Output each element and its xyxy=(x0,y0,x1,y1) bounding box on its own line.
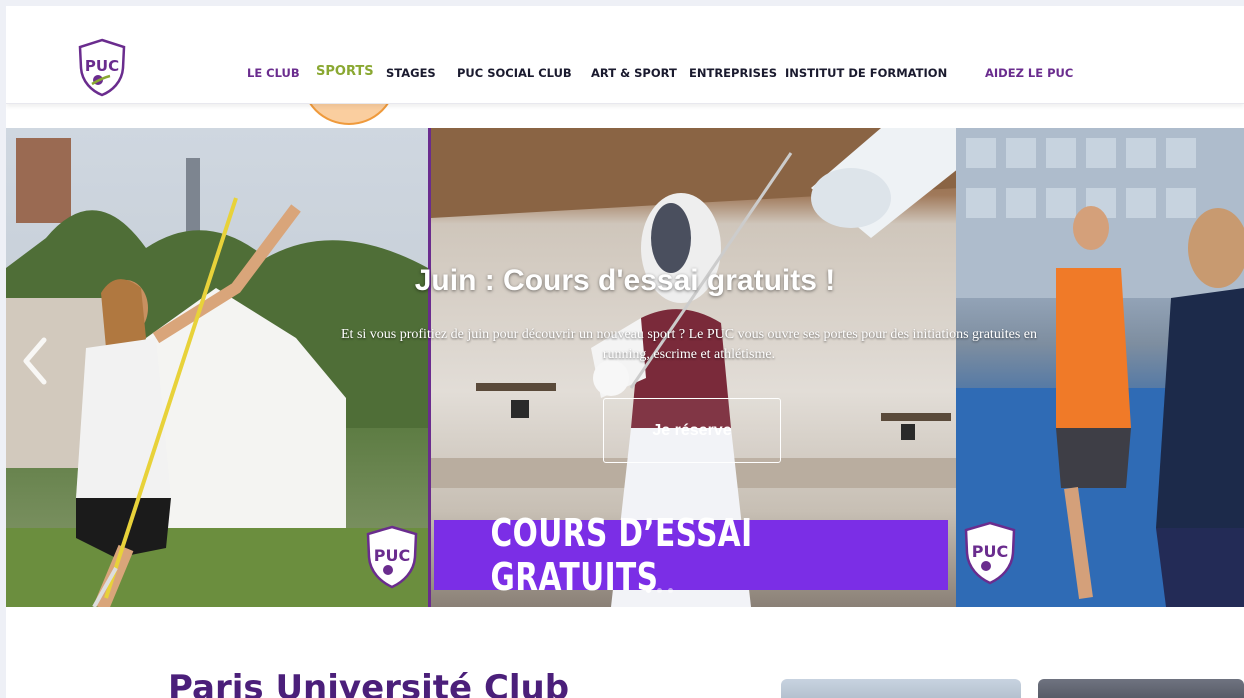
section-title: Paris Université Club xyxy=(168,668,570,698)
slider-dot-1[interactable] xyxy=(646,588,651,593)
promo-banner-text: COURS D’ESSAI GRATUITS xyxy=(490,511,753,599)
reserve-button[interactable]: Je réserve xyxy=(603,398,781,463)
nav-item-le-club[interactable]: LE CLUB xyxy=(247,66,300,80)
nav-item-sports[interactable]: SPORTS xyxy=(316,64,374,79)
nav-item-entreprises[interactable]: ENTREPRISES xyxy=(689,66,777,80)
hero-description: Et si vous profitiez de juin pour découv… xyxy=(341,327,1037,362)
puc-badge-right: PUC xyxy=(962,520,1018,586)
hero-title: Juin : Cours d'essai gratuits ! xyxy=(414,264,836,297)
nav-item-stages[interactable]: STAGES xyxy=(386,66,436,80)
chevron-left-icon[interactable] xyxy=(20,336,50,386)
slide-image-running: PUC xyxy=(956,128,1244,607)
nav-item-aidez-le-puc[interactable]: AIDEZ LE PUC xyxy=(985,66,1073,80)
slider-dot-3[interactable] xyxy=(668,588,673,593)
puc-badge-left: PUC xyxy=(364,524,420,590)
news-thumbnail-2[interactable] xyxy=(1038,679,1244,698)
promo-banner: COURS D’ESSAI GRATUITS xyxy=(434,511,948,599)
svg-text:PUC: PUC xyxy=(374,546,410,565)
hero-slider: PUC PUC COURS D’ESSAI GRATUITS Juin: Co… xyxy=(6,128,1244,607)
browser-viewport: PUC LE CLUB SPORTS STAGES PUC SOCIAL CLU… xyxy=(6,6,1244,698)
nav-item-puc-social-club[interactable]: PUC SOCIAL CLUB xyxy=(457,66,572,80)
nav-item-institut-de-formation[interactable]: INSTITUT DE FORMATION xyxy=(785,66,947,80)
news-thumbnail-1[interactable] xyxy=(781,679,1021,698)
nav-item-art-sport[interactable]: ART & SPORT xyxy=(591,66,677,80)
slide-image-javelin: PUC xyxy=(6,128,428,607)
svg-text:PUC: PUC xyxy=(972,542,1008,561)
slider-dot-2[interactable] xyxy=(657,588,662,593)
slider-dots xyxy=(646,588,673,593)
main-navigation: LE CLUB SPORTS STAGES PUC SOCIAL CLUB AR… xyxy=(6,64,1244,86)
site-header: PUC LE CLUB SPORTS STAGES PUC SOCIAL CLU… xyxy=(6,6,1244,104)
